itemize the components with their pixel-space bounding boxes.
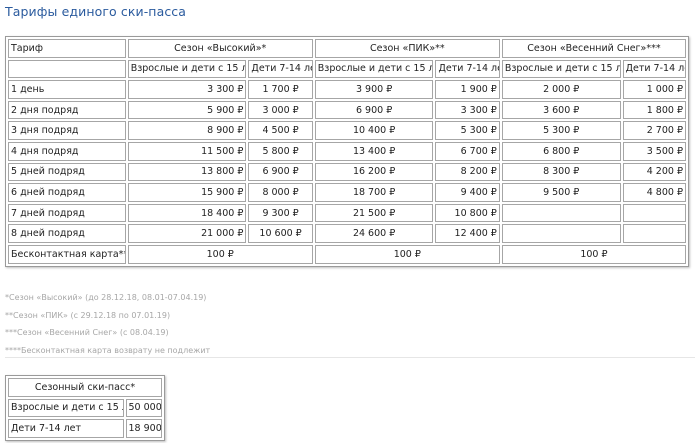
table-row: 7 дней подряд 18 400 ₽9 300 ₽21 500 ₽10 8… — [8, 203, 686, 223]
price-cell — [501, 224, 621, 243]
price-cell: 8 200 ₽ — [435, 162, 500, 182]
price-cell: 13 800 ₽ — [127, 162, 247, 182]
child-header: Дети 7-14 лет — [435, 59, 500, 79]
price-cell: 5 300 ₽ — [435, 121, 500, 140]
adult-header: Взрослые и дети с 15 лет — [501, 59, 621, 79]
page: Тарифы единого ски-пасса Тариф Сезон «Вы… — [0, 0, 700, 443]
price-cell: 2 000 ₽ — [501, 80, 621, 99]
price-cell — [622, 203, 686, 223]
price-cell: 6 900 ₽ — [314, 100, 434, 120]
price-cell: 16 200 ₽ — [314, 162, 434, 182]
price-cell: 1 000 ₽ — [622, 80, 686, 99]
price-cell: 3 000 ₽ — [248, 100, 313, 120]
seasonal-pass-table: Сезонный ски-пасс* Взрослые и дети с 15 … — [5, 375, 165, 441]
card-price: 100 ₽ — [127, 244, 313, 264]
price-cell: 18 700 ₽ — [314, 183, 434, 202]
price-cell: 3 900 ₽ — [314, 80, 434, 99]
card-label: Бесконтактная карта**** — [8, 244, 126, 264]
row-label: 7 дней подряд — [8, 203, 126, 223]
table-row: 5 дней подряд 13 800 ₽6 900 ₽16 200 ₽8 20… — [8, 162, 686, 182]
divider — [5, 357, 695, 358]
price-cell: 5 300 ₽ — [501, 121, 621, 140]
price-cell: 21 000 ₽ — [127, 224, 247, 243]
seasonal-header: Сезонный ски-пасс* — [8, 378, 162, 397]
table-row: Дети 7-14 лет 18 900 ₽ — [8, 419, 162, 438]
row-label: 1 день — [8, 80, 126, 99]
tariff-header: Тариф — [8, 39, 126, 58]
ski-pass-tariff-table: Тариф Сезон «Высокий»* Сезон «ПИК»** Сез… — [5, 36, 689, 267]
row-label: 8 дней подряд — [8, 224, 126, 243]
price-cell: 6 800 ₽ — [501, 141, 621, 161]
price-cell: 6 700 ₽ — [435, 141, 500, 161]
price-cell: 3 300 ₽ — [435, 100, 500, 120]
footnote-high-season: *Сезон «Высокий» (до 28.12.18, 08.01-07.… — [5, 293, 207, 302]
price-cell: 5 800 ₽ — [248, 141, 313, 161]
season-peak-header: Сезон «ПИК»** — [314, 39, 500, 58]
price-cell: 4 200 ₽ — [622, 162, 686, 182]
price-cell: 3 500 ₽ — [622, 141, 686, 161]
price-cell: 4 800 ₽ — [622, 183, 686, 202]
price-cell: 5 900 ₽ — [127, 100, 247, 120]
price-cell: 9 500 ₽ — [501, 183, 621, 202]
price-cell: 15 900 ₽ — [127, 183, 247, 202]
season-spring-header: Сезон «Весенний Снег»*** — [501, 39, 686, 58]
price-cell — [622, 224, 686, 243]
price-cell: 3 300 ₽ — [127, 80, 247, 99]
table-row: 3 дня подряд 8 900 ₽4 500 ₽10 400 ₽5 300 … — [8, 121, 686, 140]
row-label: 6 дней подряд — [8, 183, 126, 202]
price-cell: 1 900 ₽ — [435, 80, 500, 99]
price-cell: 1 700 ₽ — [248, 80, 313, 99]
footnote-spring-season: ***Сезон «Весенний Снег» (с 08.04.19) — [5, 328, 169, 337]
price-cell: 13 400 ₽ — [314, 141, 434, 161]
price-cell: 10 600 ₽ — [248, 224, 313, 243]
price-cell — [501, 203, 621, 223]
season-high-header: Сезон «Высокий»* — [127, 39, 313, 58]
price-cell: 4 500 ₽ — [248, 121, 313, 140]
seasonal-adult-label: Взрослые и дети с 15 лет — [8, 398, 124, 418]
price-cell: 24 600 ₽ — [314, 224, 434, 243]
price-cell: 9 300 ₽ — [248, 203, 313, 223]
seasonal-header-row: Сезонный ски-пасс* — [8, 378, 162, 397]
price-cell: 8 900 ₽ — [127, 121, 247, 140]
price-cell: 9 400 ₽ — [435, 183, 500, 202]
card-row: Бесконтактная карта**** 100 ₽100 ₽100 ₽ — [8, 244, 686, 264]
seasonal-child-price: 18 900 ₽ — [125, 419, 162, 438]
price-cell: 8 300 ₽ — [501, 162, 621, 182]
child-header: Дети 7-14 лет — [622, 59, 686, 79]
footnotes: *Сезон «Высокий» (до 28.12.18, 08.01-07.… — [5, 289, 210, 359]
footnote-peak-season: **Сезон «ПИК» (с 29.12.18 по 07.01.19) — [5, 310, 171, 320]
table-row: 1 день 3 300 ₽1 700 ₽3 900 ₽1 900 ₽2 000 … — [8, 80, 686, 99]
row-label: 5 дней подряд — [8, 162, 126, 182]
price-cell: 18 400 ₽ — [127, 203, 247, 223]
price-cell: 21 500 ₽ — [314, 203, 434, 223]
table-row: 2 дня подряд 5 900 ₽3 000 ₽6 900 ₽3 300 ₽… — [8, 100, 686, 120]
season-header-row: Тариф Сезон «Высокий»* Сезон «ПИК»** Сез… — [8, 39, 686, 58]
table-row: Взрослые и дети с 15 лет 50 000 ₽ — [8, 398, 162, 418]
adult-header: Взрослые и дети с 15 лет — [314, 59, 434, 79]
table-row: 6 дней подряд 15 900 ₽8 000 ₽18 700 ₽9 40… — [8, 183, 686, 202]
price-cell: 3 600 ₽ — [501, 100, 621, 120]
table-row: 4 дня подряд 11 500 ₽5 800 ₽13 400 ₽6 700… — [8, 141, 686, 161]
price-cell: 10 800 ₽ — [435, 203, 500, 223]
child-header: Дети 7-14 лет — [248, 59, 313, 79]
row-label: 2 дня подряд — [8, 100, 126, 120]
price-cell: 1 800 ₽ — [622, 100, 686, 120]
card-price: 100 ₽ — [314, 244, 500, 264]
row-label: 3 дня подряд — [8, 121, 126, 140]
seasonal-child-label: Дети 7-14 лет — [8, 419, 124, 438]
row-label: 4 дня подряд — [8, 141, 126, 161]
price-cell: 10 400 ₽ — [314, 121, 434, 140]
adult-header: Взрослые и дети с 15 лет — [127, 59, 247, 79]
price-cell: 6 900 ₽ — [248, 162, 313, 182]
card-price: 100 ₽ — [501, 244, 686, 264]
empty-cell — [8, 59, 126, 79]
table-row: 8 дней подряд 21 000 ₽10 600 ₽24 600 ₽12 … — [8, 224, 686, 243]
price-cell: 11 500 ₽ — [127, 141, 247, 161]
age-header-row: Взрослые и дети с 15 лет Дети 7-14 лет В… — [8, 59, 686, 79]
price-cell: 12 400 ₽ — [435, 224, 500, 243]
seasonal-adult-price: 50 000 ₽ — [125, 398, 162, 418]
price-cell: 2 700 ₽ — [622, 121, 686, 140]
page-title: Тарифы единого ски-пасса — [5, 4, 187, 19]
price-cell: 8 000 ₽ — [248, 183, 313, 202]
